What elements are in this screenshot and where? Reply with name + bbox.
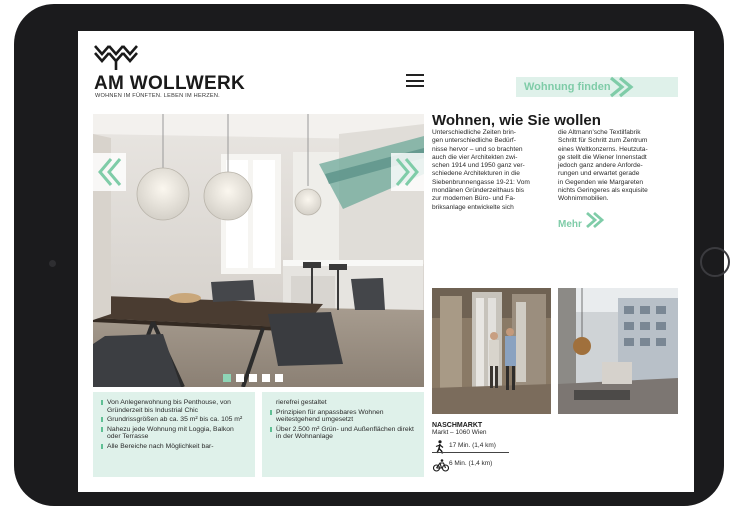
feature-item: rierefrei gestaltet	[276, 399, 327, 406]
market-photo[interactable]	[432, 288, 551, 414]
hero-slider[interactable]	[93, 114, 424, 387]
market-image	[432, 288, 551, 414]
slider-dot[interactable]	[275, 374, 283, 382]
feature-item: Nahezu jede Wohnung mit Loggia, Balkon o…	[101, 426, 247, 441]
chevron-left-icon	[98, 158, 122, 186]
feature-item: Von Anlegerwohnung bis Penthouse, von Gr…	[101, 399, 247, 414]
building-photo[interactable]	[558, 288, 678, 414]
logo-icon[interactable]	[94, 43, 138, 71]
feature-item: Alle Bereiche nach Möglichkeit bar-	[101, 443, 247, 451]
walk-time: 17 Min. (1,4 km)	[449, 442, 496, 449]
logo-text[interactable]: AM WOLLWERK	[94, 73, 245, 95]
bike-row: 6 Min. (1,4 km)	[432, 457, 508, 473]
feature-item: Grundrissgrößen ab ca. 35 m² bis ca. 105…	[101, 416, 247, 424]
feature-box-right: rierefrei gestaltet Prinzipien für anpas…	[262, 392, 424, 477]
tablet-frame: AM WOLLWERK WOHNEN IM FÜNFTEN. LEBEN IM …	[14, 4, 730, 506]
home-button[interactable]	[700, 247, 730, 277]
slider-dots	[223, 369, 288, 382]
bike-time: 6 Min. (1,4 km)	[449, 460, 493, 467]
chevron-right-icon	[395, 158, 419, 186]
logo-tagline: WOHNEN IM FÜNFTEN. LEBEN IM HERZEN.	[95, 93, 220, 99]
slider-dot[interactable]	[262, 374, 270, 382]
double-chevron-right-icon	[586, 211, 605, 229]
building-image	[558, 288, 678, 414]
find-apartment-label: Wohnung finden	[524, 81, 611, 93]
location-subtitle: Markt – 1060 Wien	[432, 429, 487, 436]
slider-dot[interactable]	[223, 374, 231, 382]
hero-image	[93, 114, 424, 387]
location-title: NASCHMARKT	[432, 422, 483, 429]
slider-dot[interactable]	[236, 374, 244, 382]
slider-next-button[interactable]	[391, 153, 424, 191]
camera-dot	[49, 260, 56, 267]
find-apartment-button[interactable]: Wohnung finden	[516, 76, 678, 98]
article-title: Wohnen, wie Sie wollen	[432, 112, 601, 129]
article-column-1: Unterschiedliche Zeiten brin-gen untersc…	[432, 129, 530, 211]
bicycle-icon	[433, 459, 449, 472]
slider-dot[interactable]	[249, 374, 257, 382]
more-link-label: Mehr	[558, 219, 582, 230]
feature-item: Prinzipien für anpassbares Wohnen weites…	[270, 409, 416, 424]
feature-box-left: Von Anlegerwohnung bis Penthouse, von Gr…	[93, 392, 255, 477]
hamburger-icon[interactable]	[406, 74, 424, 87]
website-screen: AM WOLLWERK WOHNEN IM FÜNFTEN. LEBEN IM …	[78, 31, 694, 492]
more-link[interactable]: Mehr	[558, 211, 605, 232]
article-column-2: die Altmann'sche Textilfabrik Schritt für…	[558, 129, 648, 203]
feature-item: Über 2.500 m² Grün- und Außenflächen dir…	[270, 426, 416, 441]
slider-prev-button[interactable]	[93, 153, 126, 191]
location-divider	[432, 452, 509, 453]
double-chevron-right-icon	[609, 76, 634, 98]
